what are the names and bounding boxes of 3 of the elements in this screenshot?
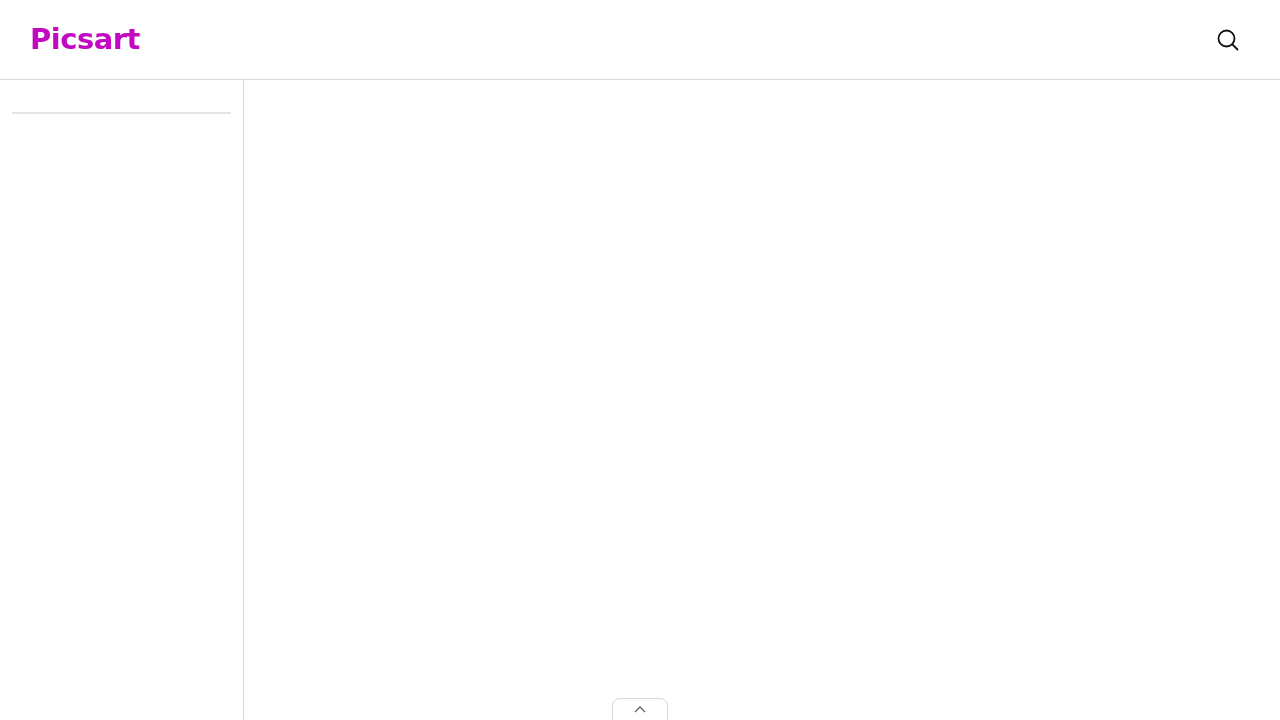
brand-logo[interactable]: Picsart: [30, 25, 140, 54]
search-icon[interactable]: [1216, 27, 1240, 52]
chevron-up-icon: [634, 705, 646, 713]
